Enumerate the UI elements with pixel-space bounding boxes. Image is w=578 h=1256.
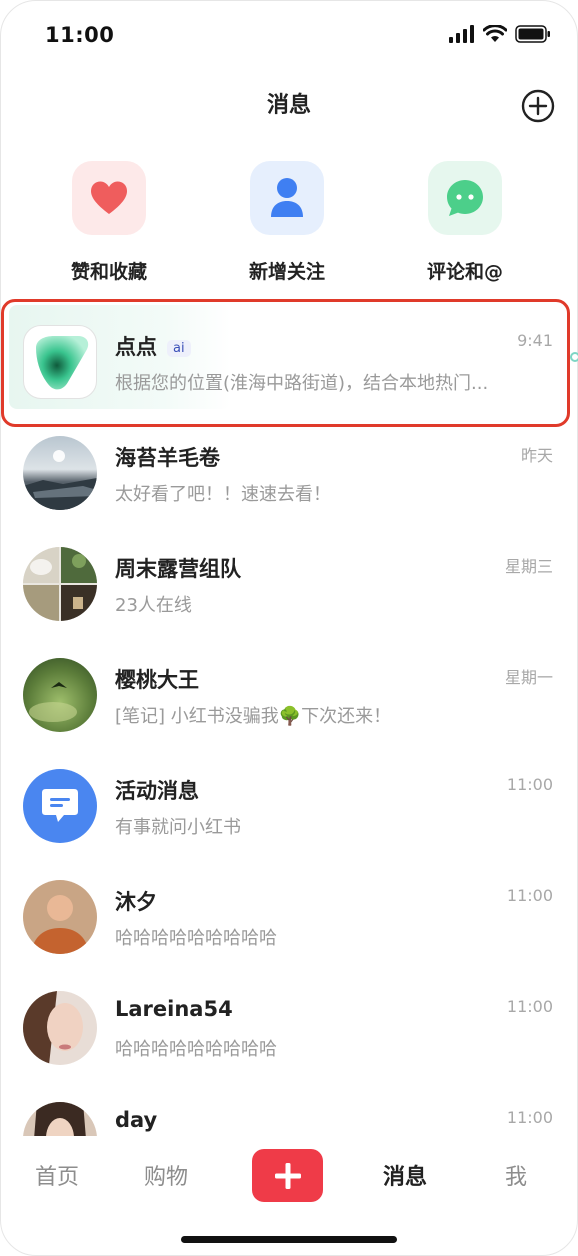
conversation-name: day <box>115 1108 158 1132</box>
comments-mentions-shortcut[interactable]: 评论和@ <box>390 161 540 284</box>
conversation-preview: 有事就问小红书 <box>115 817 241 838</box>
status-time: 11:00 <box>45 23 115 47</box>
conversation-time: 11:00 <box>506 1108 553 1127</box>
bottom-nav: 首页 购物 消息 我 <box>1 1141 577 1211</box>
wifi-icon <box>483 25 507 42</box>
page-title: 消息 <box>266 93 311 118</box>
conversation-preview: 23人在线 <box>115 595 192 616</box>
phone-screen: 11:00 消息 赞和收藏 新增关注 评论和@ 点点 ai 根据您的位置(淮海中… <box>0 0 578 1256</box>
conversation-time: 星期三 <box>504 557 553 576</box>
conversation-name: 周末露营组队 <box>115 557 241 581</box>
create-post-button[interactable] <box>252 1149 323 1202</box>
comments-icon-tile <box>428 161 502 235</box>
avatar <box>23 436 97 510</box>
battery-icon <box>515 25 550 43</box>
status-bar: 11:00 <box>1 1 577 71</box>
person-photo-icon <box>23 991 83 1065</box>
person-photo-icon <box>31 895 89 954</box>
avatar <box>23 547 97 621</box>
home-indicator <box>181 1236 397 1243</box>
page-header: 消息 <box>1 81 577 131</box>
conversation-row[interactable]: 周末露营组队 23人在线 星期三 <box>1 523 577 634</box>
conversation-name: 樱桃大王 <box>115 668 199 692</box>
followers-icon-tile <box>250 161 324 235</box>
nav-messages[interactable]: 消息 <box>383 1159 427 1191</box>
signal-icon <box>449 25 474 43</box>
message-icon <box>42 789 78 822</box>
status-icons <box>449 25 551 43</box>
landscape-photo-icon <box>23 450 97 510</box>
conversation-row[interactable]: 沐夕 哈哈哈哈哈哈哈哈哈 11:00 <box>1 856 577 967</box>
conversation-name: 活动消息 <box>115 779 199 803</box>
conversation-name: 沐夕 <box>115 890 157 914</box>
conversation-preview: 哈哈哈哈哈哈哈哈哈 <box>115 1039 277 1060</box>
shortcut-label: 评论和@ <box>426 261 503 283</box>
conversation-preview: [笔记] 小红书没骗我🌳下次还来！ <box>115 706 392 727</box>
conversation-row[interactable]: 樱桃大王 [笔记] 小红书没骗我🌳下次还来！ 星期一 <box>1 634 577 745</box>
avatar <box>23 769 97 843</box>
shortcut-label: 赞和收藏 <box>70 261 147 283</box>
avatar <box>23 658 97 732</box>
group-collage-icon <box>23 547 97 621</box>
plus-icon <box>274 1162 301 1189</box>
conversation-row[interactable]: day 11:00 <box>1 1078 577 1136</box>
conversation-time: 11:00 <box>506 886 553 905</box>
nav-shop[interactable]: 购物 <box>144 1159 188 1191</box>
likes-icon-tile <box>72 161 146 235</box>
scroll-handle[interactable] <box>570 352 578 362</box>
conversation-row[interactable]: 海苔羊毛卷 太好看了吧！！速速去看！ 昨天 <box>1 412 577 523</box>
avatar <box>23 880 97 954</box>
nature-photo-icon <box>29 682 77 722</box>
conversation-row[interactable]: Lareina54 哈哈哈哈哈哈哈哈哈 11:00 <box>1 967 577 1078</box>
likes-favorites-shortcut[interactable]: 赞和收藏 <box>34 161 184 284</box>
person-icon <box>271 178 303 217</box>
conversation-time: 11:00 <box>506 775 553 794</box>
add-circle-icon[interactable] <box>521 89 555 123</box>
conversation-preview: 哈哈哈哈哈哈哈哈哈 <box>115 928 277 949</box>
new-followers-shortcut[interactable]: 新增关注 <box>212 161 362 284</box>
conversation-row[interactable]: 活动消息 有事就问小红书 11:00 <box>1 745 577 856</box>
conversation-name: 海苔羊毛卷 <box>115 446 220 470</box>
shortcut-row: 赞和收藏 新增关注 评论和@ <box>1 161 577 284</box>
person-photo-icon <box>34 1102 86 1136</box>
avatar <box>23 991 97 1065</box>
shortcut-label: 新增关注 <box>248 261 325 283</box>
heart-icon <box>91 181 127 214</box>
nav-me[interactable]: 我 <box>505 1159 527 1191</box>
conversation-time: 星期一 <box>504 668 553 687</box>
avatar <box>23 1102 97 1136</box>
conversation-preview: 太好看了吧！！速速去看！ <box>115 484 331 505</box>
conversation-time: 11:00 <box>506 997 553 1016</box>
selection-highlight <box>1 299 570 427</box>
chat-bubble-icon <box>447 180 483 216</box>
conversation-name: Lareina54 <box>115 997 233 1021</box>
nav-home[interactable]: 首页 <box>35 1159 79 1191</box>
conversation-time: 昨天 <box>520 446 553 465</box>
